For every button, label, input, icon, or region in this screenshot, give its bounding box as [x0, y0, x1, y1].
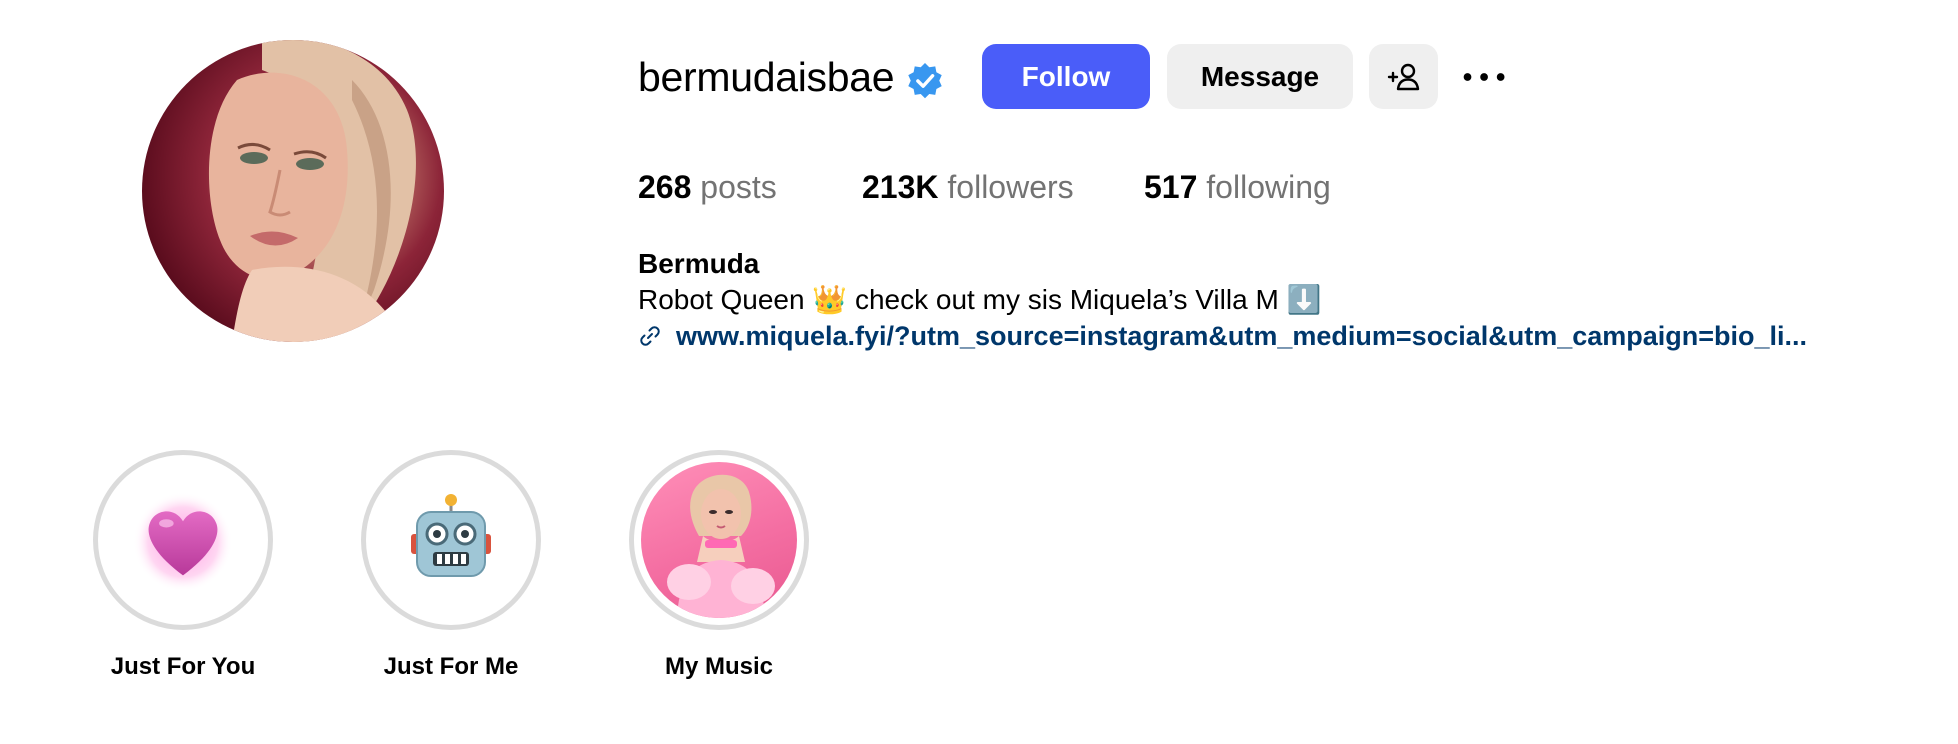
highlight-label: My Music — [664, 653, 774, 680]
bio-link-row: www.miquela.fyi/?utm_source=instagram&ut… — [638, 318, 1807, 354]
highlight-label: Just For You — [110, 653, 256, 680]
posts-count: 268 posts — [638, 162, 777, 212]
more-options-icon[interactable] — [1460, 62, 1510, 92]
highlight-cover — [641, 462, 797, 618]
add-person-icon — [1387, 63, 1419, 90]
highlight-cover — [105, 462, 261, 618]
highlight-ring — [93, 450, 273, 630]
followers-label: followers — [947, 169, 1074, 205]
followers-link[interactable]: 213K followers — [862, 162, 1074, 212]
profile-username: bermudaisbae — [638, 54, 895, 100]
pink-heart-icon — [133, 492, 233, 592]
highlight-cover — [373, 462, 529, 618]
suggested-accounts-button[interactable] — [1369, 44, 1438, 109]
followers-number: 213K — [862, 169, 939, 205]
profile-avatar[interactable] — [142, 40, 444, 342]
profile-full-name: Bermuda — [638, 248, 760, 279]
message-button[interactable]: Message — [1167, 44, 1353, 109]
highlight-my-music[interactable]: My Music — [624, 450, 814, 682]
profile-photo — [208, 40, 416, 342]
following-link[interactable]: 517 following — [1144, 162, 1331, 212]
link-icon — [640, 326, 660, 346]
highlight-just-for-you[interactable]: Just For You — [88, 450, 278, 682]
highlight-ring — [361, 450, 541, 630]
highlight-just-for-me[interactable]: Just For Me — [356, 450, 546, 682]
highlight-label: Just For Me — [383, 653, 519, 680]
posts-label: posts — [700, 169, 777, 205]
following-label: following — [1206, 169, 1331, 205]
highlight-ring — [629, 450, 809, 630]
bio-external-link[interactable]: www.miquela.fyi/?utm_source=instagram&ut… — [676, 318, 1807, 354]
follow-button[interactable]: Follow — [982, 44, 1150, 109]
profile-bio: Robot Queen 👑 check out my sis Miquela’s… — [638, 284, 1322, 315]
robot-icon — [411, 494, 491, 577]
highlight-photo — [667, 474, 775, 618]
following-number: 517 — [1144, 169, 1198, 205]
verified-badge-icon — [908, 62, 942, 99]
posts-number: 268 — [638, 169, 692, 205]
